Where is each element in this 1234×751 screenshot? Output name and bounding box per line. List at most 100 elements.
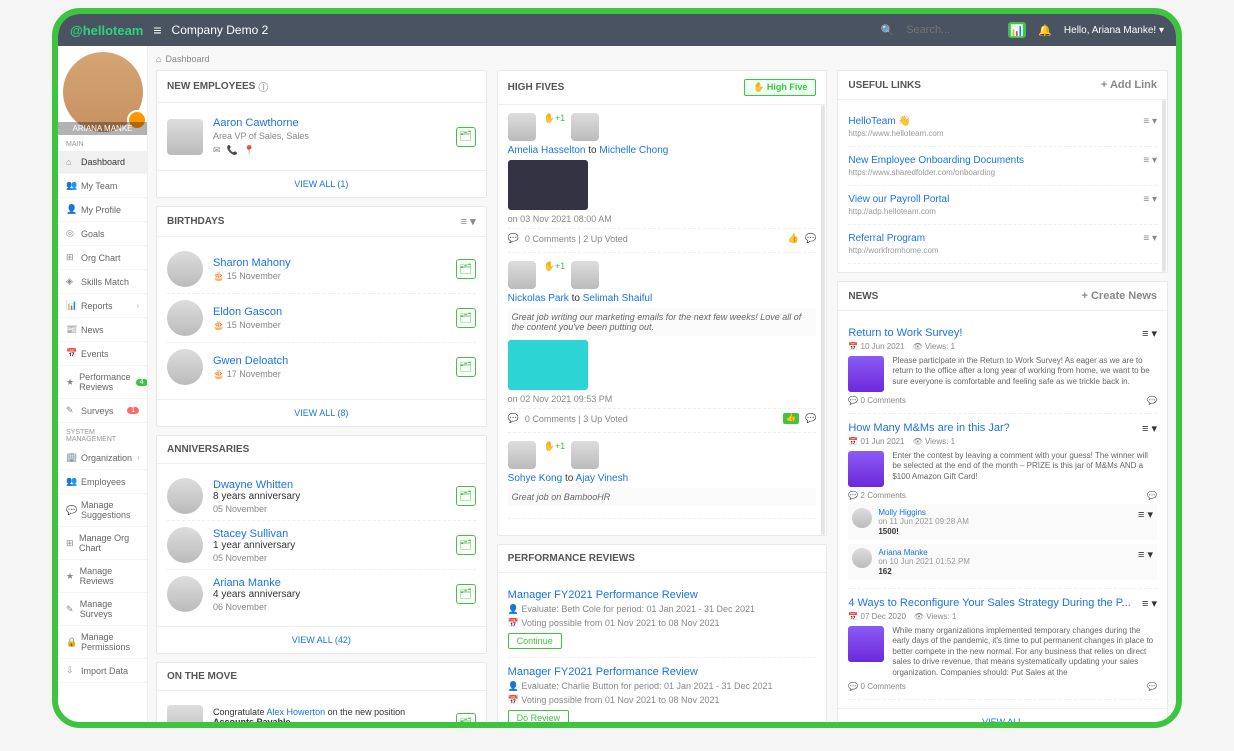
- more-icon[interactable]: ≡ ▾: [1142, 422, 1157, 435]
- nav-item-manage-surveys[interactable]: ✎Manage Surveys: [58, 593, 147, 626]
- nav-item-news[interactable]: 📰News: [58, 318, 147, 342]
- birthday-row: Sharon Mahony🎂 15 November🗂: [167, 245, 476, 294]
- link[interactable]: View our Payroll Portal: [848, 194, 1157, 205]
- more-icon[interactable]: ≡ ▾: [1143, 233, 1157, 244]
- activity-icon[interactable]: 📊: [1008, 22, 1026, 38]
- company-selector[interactable]: Company Demo 2: [172, 23, 269, 37]
- link[interactable]: Referral Program: [848, 233, 1157, 244]
- card-icon[interactable]: 🗂: [456, 357, 476, 377]
- employee-link[interactable]: Aaron Cawthorne: [213, 117, 446, 129]
- card-icon[interactable]: 🗂: [456, 486, 476, 506]
- commenter-link[interactable]: Ariana Manke: [878, 548, 927, 557]
- news-link[interactable]: How Many M&Ms are in this Jar?: [848, 422, 1157, 434]
- comment-button[interactable]: 💬: [805, 233, 816, 244]
- badge: 4: [136, 379, 148, 386]
- employee-link[interactable]: Amelia Hasselton: [508, 145, 586, 156]
- card-icon[interactable]: 🗂: [456, 713, 476, 722]
- nav-item-goals[interactable]: ◎Goals: [58, 222, 147, 246]
- employee-link[interactable]: Ajay Vinesh: [576, 473, 629, 484]
- comment-button[interactable]: 💬: [805, 413, 816, 424]
- nav-item-surveys[interactable]: ✎Surveys1: [58, 399, 147, 423]
- view-all-link[interactable]: VIEW ALL (8): [157, 399, 486, 426]
- info-icon[interactable]: ⓘ: [258, 79, 268, 94]
- high-five-button[interactable]: ✋ High Five: [744, 79, 816, 96]
- nav-item-dashboard[interactable]: ⌂Dashboard: [58, 151, 147, 174]
- employee-link[interactable]: Michelle Chong: [599, 145, 668, 156]
- profile-avatar[interactable]: [63, 52, 143, 132]
- employee-link[interactable]: Selimah Shaiful: [583, 293, 652, 304]
- link[interactable]: HelloTeam 👋: [848, 116, 1157, 127]
- employee-link[interactable]: Dwayne Whitten: [213, 479, 446, 491]
- create-news-button[interactable]: + Create News: [1082, 290, 1158, 302]
- panel-menu-icon[interactable]: ≡ ▾: [461, 215, 476, 228]
- employee-link[interactable]: Eldon Gascon: [213, 306, 446, 318]
- commenter-link[interactable]: Molly Higgins: [878, 508, 926, 517]
- thumbs-up-icon[interactable]: 👍: [788, 233, 799, 244]
- topbar: @helloteam ≡ Company Demo 2 🔍 📊 🔔 Hello,…: [58, 14, 1176, 46]
- panel-performance-reviews: PERFORMANCE REVIEWS Manager FY2021 Perfo…: [497, 544, 828, 722]
- review-action-button[interactable]: Do Review: [508, 710, 570, 722]
- add-link-button[interactable]: + Add Link: [1101, 79, 1157, 91]
- more-icon[interactable]: ≡ ▾: [1143, 116, 1157, 127]
- view-all-link[interactable]: VIEW ALL (42): [157, 626, 486, 653]
- nav-item-events[interactable]: 📅Events: [58, 342, 147, 366]
- employee-link[interactable]: Ariana Manke: [213, 577, 446, 589]
- nav-item-manage-reviews[interactable]: ★Manage Reviews: [58, 560, 147, 593]
- scrollbar[interactable]: [1162, 100, 1166, 272]
- birthday-row: Eldon Gascon🎂 15 November🗂: [167, 294, 476, 343]
- employee-link[interactable]: Gwen Deloatch: [213, 355, 446, 367]
- nav-item-manage-org-chart[interactable]: ⊞Manage Org Chart: [58, 527, 147, 560]
- phone-icon[interactable]: 📞: [227, 145, 238, 156]
- view-all-link[interactable]: VIEW ALL (1): [157, 170, 486, 197]
- card-icon[interactable]: 🗂: [456, 259, 476, 279]
- employee-link[interactable]: Stacey Sullivan: [213, 528, 446, 540]
- review-action-button[interactable]: Continue: [508, 633, 562, 649]
- employee-link[interactable]: Alex Howerton: [267, 707, 326, 717]
- more-icon[interactable]: ≡ ▾: [1143, 155, 1157, 166]
- more-icon[interactable]: ≡ ▾: [1138, 508, 1153, 536]
- nav-item-org-chart[interactable]: ⊞Org Chart: [58, 246, 147, 270]
- nav-item-manage-suggestions[interactable]: 💬Manage Suggestions: [58, 494, 147, 527]
- employee-link[interactable]: Nickolas Park: [508, 293, 569, 304]
- thumbs-up-icon[interactable]: 👍: [783, 413, 799, 424]
- review-link[interactable]: Manager FY2021 Performance Review: [508, 666, 817, 678]
- scrollbar[interactable]: [821, 105, 825, 535]
- nav-item-reports[interactable]: 📊Reports›: [58, 294, 147, 318]
- link[interactable]: New Employee Onboarding Documents: [848, 155, 1157, 166]
- view-all-link[interactable]: VIEW ALL: [838, 708, 1167, 722]
- more-icon[interactable]: ≡ ▾: [1143, 194, 1157, 205]
- nav-item-performance-reviews[interactable]: ★Performance Reviews4: [58, 366, 147, 399]
- email-icon[interactable]: ✉: [213, 145, 221, 156]
- nav-item-manage-permissions[interactable]: 🔒Manage Permissions: [58, 626, 147, 659]
- search-input[interactable]: [906, 24, 996, 36]
- more-icon[interactable]: ≡ ▾: [1138, 548, 1153, 576]
- card-icon[interactable]: 🗂: [456, 308, 476, 328]
- card-icon[interactable]: 🗂: [456, 584, 476, 604]
- employee-link[interactable]: Sharon Mahony: [213, 257, 446, 269]
- card-icon[interactable]: 🗂: [456, 535, 476, 555]
- menu-icon[interactable]: ≡: [153, 22, 161, 38]
- search-icon[interactable]: 🔍: [881, 24, 895, 37]
- nav-item-organization[interactable]: 🏢Organization›: [58, 446, 147, 470]
- review-link[interactable]: Manager FY2021 Performance Review: [508, 589, 817, 601]
- more-icon[interactable]: ≡ ▾: [1142, 597, 1157, 610]
- more-icon[interactable]: ≡ ▾: [1142, 327, 1157, 340]
- comment-button[interactable]: 💬: [1147, 491, 1157, 500]
- comment-button[interactable]: 💬: [1147, 682, 1157, 691]
- badge: 1: [127, 407, 139, 414]
- user-greeting[interactable]: Hello, Ariana Manke! ▾: [1064, 25, 1164, 36]
- nav-item-my-profile[interactable]: 👤My Profile: [58, 198, 147, 222]
- nav-item-skills-match[interactable]: ◈Skills Match: [58, 270, 147, 294]
- news-link[interactable]: 4 Ways to Reconfigure Your Sales Strateg…: [848, 597, 1157, 609]
- nav-item-import-data[interactable]: ⇩Import Data: [58, 659, 147, 683]
- nav-icon: ⌂: [66, 157, 76, 167]
- nav-item-my-team[interactable]: 👥My Team: [58, 174, 147, 198]
- bell-icon[interactable]: 🔔: [1038, 24, 1052, 37]
- employee-link[interactable]: Sohye Kong: [508, 473, 563, 484]
- home-icon[interactable]: ⌂: [156, 54, 161, 64]
- nav-item-employees[interactable]: 👥Employees: [58, 470, 147, 494]
- card-icon[interactable]: 🗂: [456, 127, 476, 147]
- location-icon[interactable]: 📍: [244, 145, 255, 156]
- comment-button[interactable]: 💬: [1147, 396, 1157, 405]
- news-link[interactable]: Return to Work Survey!: [848, 327, 1157, 339]
